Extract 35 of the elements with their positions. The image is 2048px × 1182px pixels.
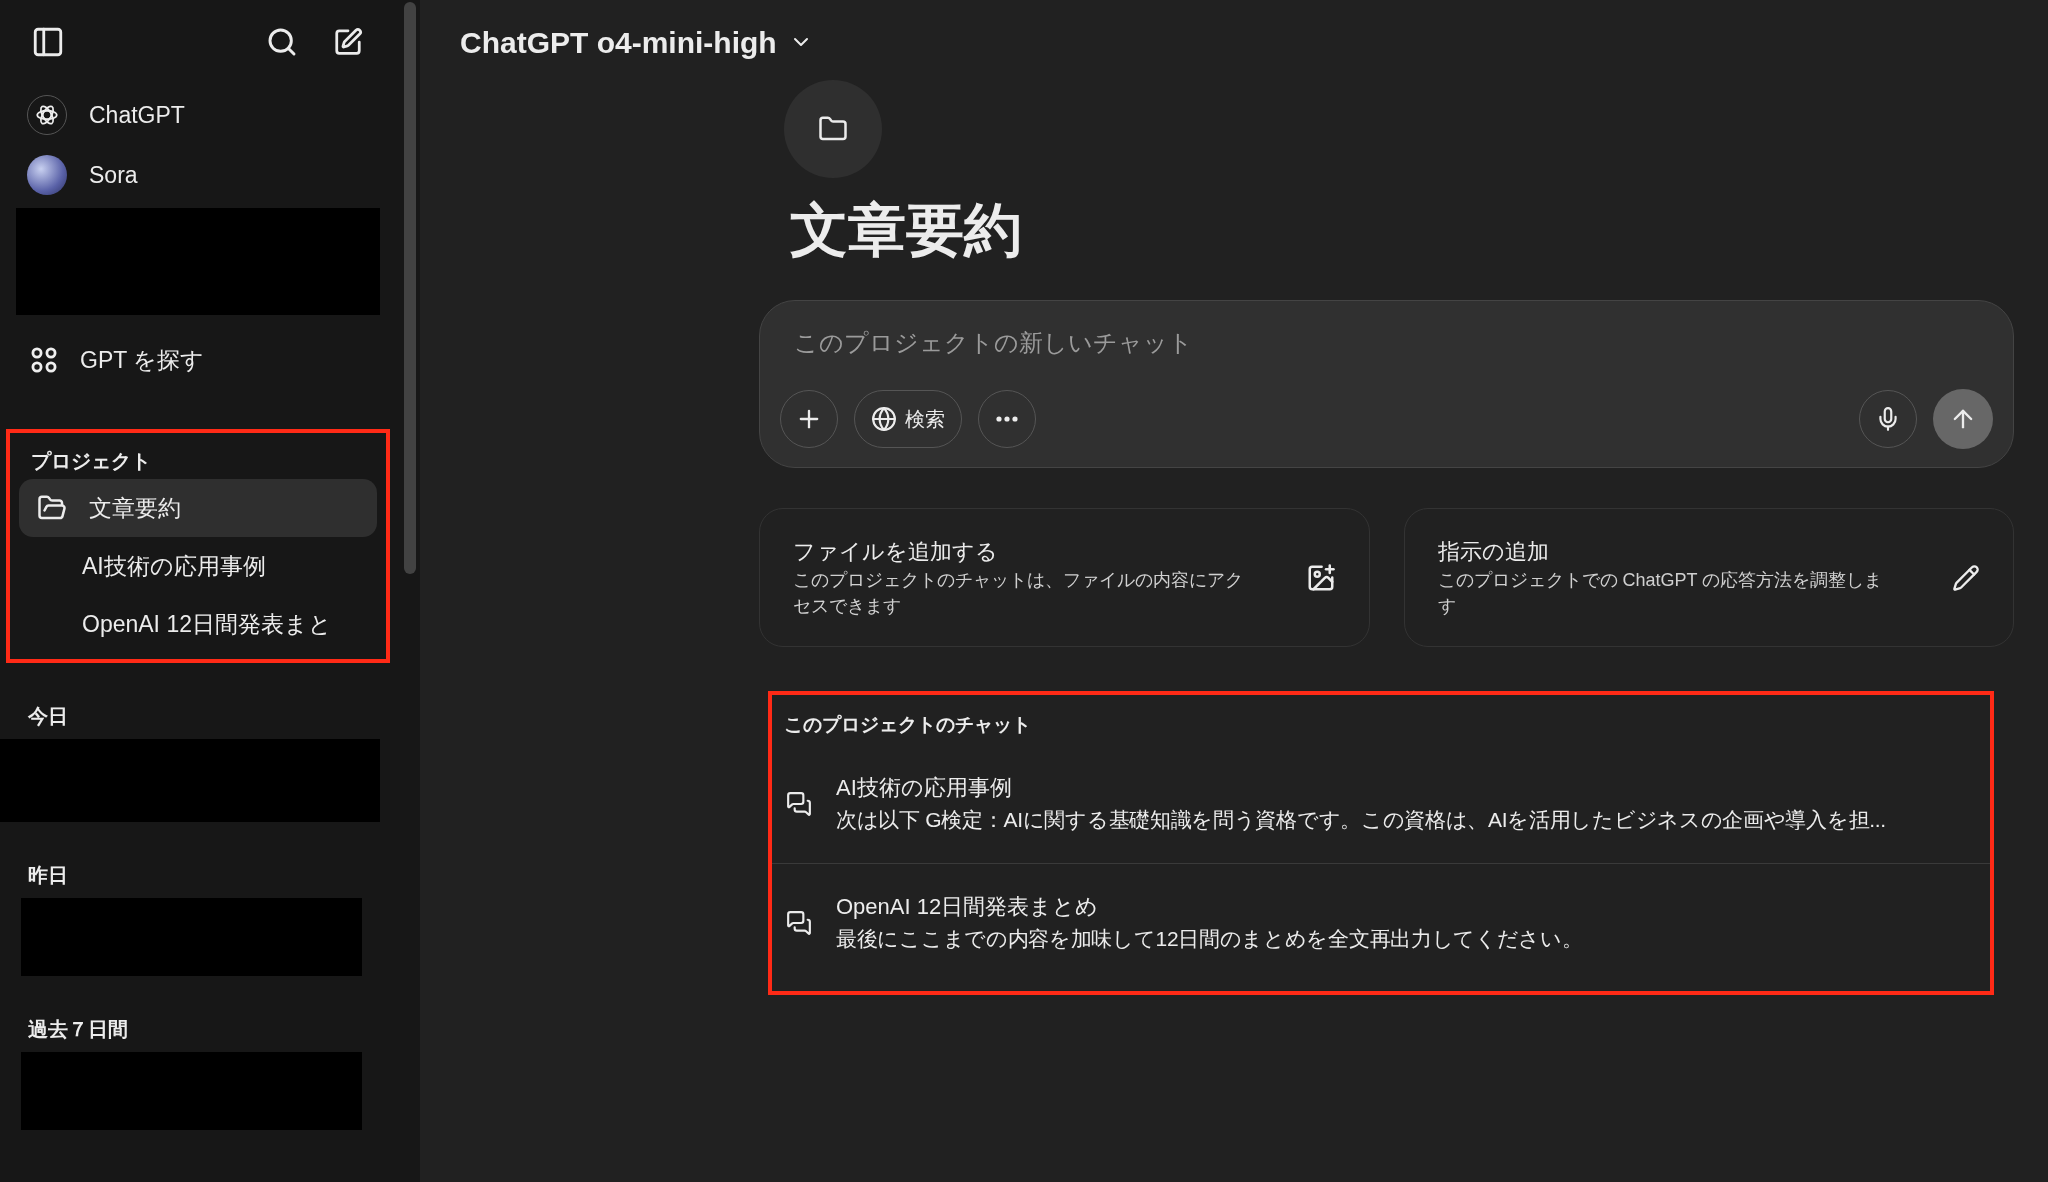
project-item[interactable]: AI技術の応用事例 (19, 537, 377, 595)
scrollbar-thumb[interactable] (404, 2, 416, 574)
pencil-icon (1952, 563, 1980, 592)
action-card[interactable]: 指示の追加 このプロジェクトでの ChatGPT の応答方法を調整します (1403, 508, 2014, 647)
project-item[interactable]: OpenAI 12日間発表まと (19, 595, 377, 653)
chat-bubbles-icon (786, 909, 812, 936)
card-title: ファイルを追加する (793, 537, 999, 566)
sidebar-item[interactable]: Sora (0, 154, 396, 196)
card-description: このプロジェクトのチャットは、ファイルの内容にアクセスできます (793, 568, 1244, 618)
chat-preview: 次は以下 G検定：AIに関する基礎知識を問う資格です。この資格は、AIを活用したビジネスの企画や導入を担... (836, 807, 1886, 833)
model-selector[interactable]: ChatGPT o4-mini-high (460, 19, 813, 65)
section-heading: 過去７日間 (27, 1017, 129, 1042)
sphere-avatar-icon (27, 155, 67, 195)
chat-title: AI技術の応用事例 (836, 774, 1013, 802)
section-heading: このプロジェクトのチャット (783, 712, 1032, 737)
globe-icon (871, 406, 897, 432)
chat-title: OpenAI 12日間発表まとめ (836, 892, 1100, 921)
card-title: 指示の追加 (1437, 537, 1550, 566)
project-title: 文章要約 (790, 196, 1023, 264)
section-heading: 昨日 (27, 863, 69, 888)
sidebar-item[interactable]: GPT を探す (0, 335, 396, 385)
chat-bubbles-icon (786, 791, 812, 817)
chat-item[interactable]: OpenAI 12日間発表まとめ 最後にここまでの内容を加味して12日間のまとめを全文再出力してください。 (772, 863, 1990, 981)
section-heading: プロジェクト (30, 449, 152, 474)
action-card[interactable]: ファイルを追加する このプロジェクトのチャットは、ファイルの内容にアクセスできます (759, 508, 1370, 647)
section-heading: 今日 (27, 704, 69, 729)
send-button[interactable] (1933, 389, 1993, 449)
chat-preview: 最後にここまでの内容を加味して12日間のまとめを全文再出力してください。 (836, 925, 1583, 952)
message-input[interactable]: このプロジェクトの新しいチャット (780, 323, 1993, 363)
project-item[interactable]: 文章要約 (19, 479, 377, 537)
card-description: このプロジェクトでの ChatGPT の応答方法を調整します (1437, 568, 1884, 618)
ellipsis-icon (996, 416, 1018, 422)
chat-item[interactable]: AI技術の応用事例 次は以下 G検定：AIに関する基礎知識を問う資格です。この資格は、AIを活用したビジネスの企画や導入を担... (772, 745, 1990, 863)
grid-dots-icon (30, 346, 58, 374)
sidebar-item[interactable]: ChatGPT (0, 94, 396, 136)
